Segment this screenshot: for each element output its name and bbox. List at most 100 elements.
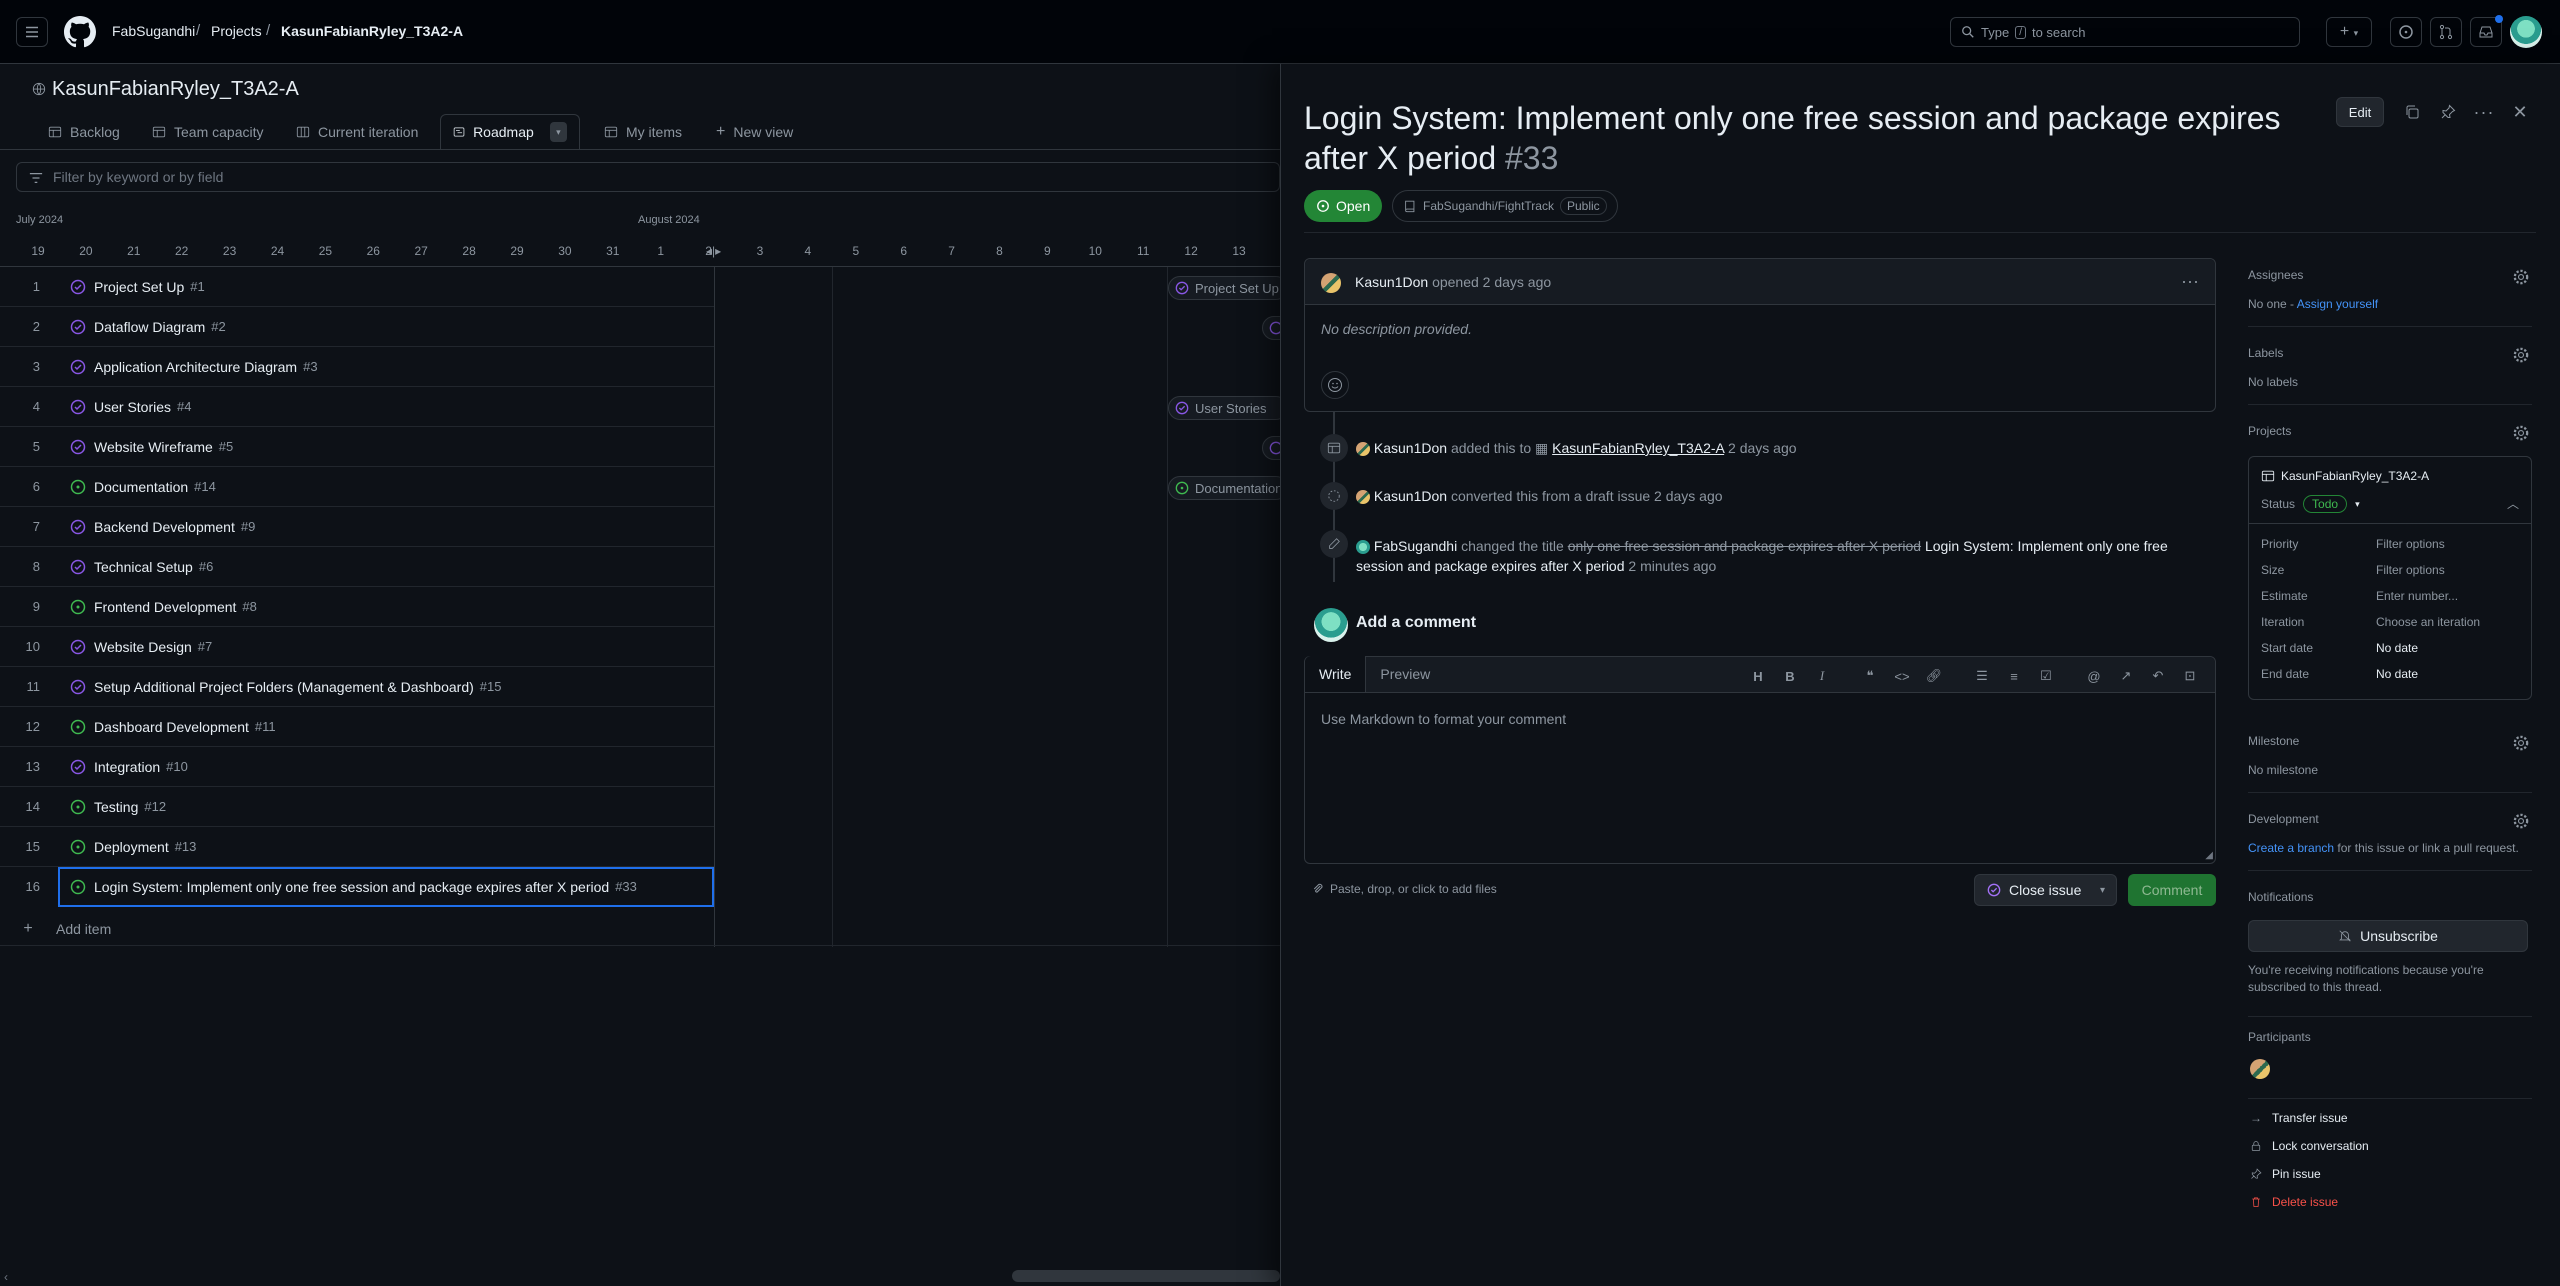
tab-backlog[interactable]: Backlog: [36, 114, 132, 150]
attach-files[interactable]: Paste, drop, or click to add files: [1312, 882, 1497, 896]
row-title[interactable]: Dashboard Development: [94, 719, 249, 735]
row-title[interactable]: Application Architecture Diagram: [94, 359, 297, 375]
edit-title-button[interactable]: Edit: [2336, 97, 2384, 127]
scroll-left-icon[interactable]: ‹: [4, 1270, 8, 1284]
italic-icon[interactable]: I: [1813, 667, 1831, 685]
actor-avatar[interactable]: [1356, 442, 1370, 457]
gear-icon[interactable]: [2512, 268, 2530, 286]
row-title[interactable]: Deployment: [94, 839, 169, 855]
unsubscribe-button[interactable]: Unsubscribe: [2248, 920, 2528, 952]
view-options-caret-icon[interactable]: ▾: [549, 122, 567, 142]
author-avatar[interactable]: [1321, 273, 1341, 293]
slash-commands-icon[interactable]: ⊡: [2181, 667, 2199, 685]
project-field-row[interactable]: Size Filter options: [2261, 563, 2521, 577]
tab-team-capacity[interactable]: Team capacity: [140, 114, 275, 150]
unordered-list-icon[interactable]: ☰: [1973, 667, 1991, 685]
breadcrumb-projects[interactable]: Projects: [211, 23, 262, 39]
event-actor[interactable]: FabSugandhi: [1374, 538, 1457, 554]
code-icon[interactable]: <>: [1893, 667, 1911, 685]
status-field[interactable]: Status Todo ▾: [2261, 495, 2360, 513]
table-row[interactable]: 15 Deployment #13: [0, 827, 714, 867]
table-row[interactable]: 9 Frontend Development #8: [0, 587, 714, 627]
event-actor[interactable]: Kasun1Don: [1374, 440, 1447, 456]
pin-icon[interactable]: [2436, 100, 2460, 124]
tab-my-items[interactable]: My items: [592, 114, 694, 150]
timeline-bar[interactable]: Documentation: [1168, 476, 1288, 500]
participant-avatar[interactable]: [2250, 1059, 2270, 1079]
table-row[interactable]: 11 Setup Additional Project Folders (Mana…: [0, 667, 714, 707]
row-title[interactable]: Integration: [94, 759, 160, 775]
pull-requests-button[interactable]: [2430, 17, 2462, 47]
create-branch-link[interactable]: Create a branch: [2248, 841, 2334, 855]
row-title[interactable]: Technical Setup: [94, 559, 193, 575]
project-card-title[interactable]: KasunFabianRyley_T3A2-A: [2261, 469, 2429, 483]
actor-avatar[interactable]: [1356, 490, 1370, 505]
row-title[interactable]: Website Design: [94, 639, 192, 655]
row-title[interactable]: Frontend Development: [94, 599, 236, 615]
ordered-list-icon[interactable]: ≡: [2005, 667, 2023, 685]
horizontal-scrollbar[interactable]: [1012, 1270, 1280, 1282]
tab-current-iteration[interactable]: Current iteration: [284, 114, 430, 150]
cross-reference-icon[interactable]: ↗: [2117, 667, 2135, 685]
tab-roadmap[interactable]: Roadmap ▾: [440, 114, 580, 150]
project-field-row[interactable]: End date No date: [2261, 667, 2521, 681]
project-field-row[interactable]: Iteration Choose an iteration: [2261, 615, 2521, 629]
project-field-row[interactable]: Estimate Enter number...: [2261, 589, 2521, 603]
comment-button[interactable]: Comment: [2128, 874, 2216, 906]
timeline-bar[interactable]: User Stories: [1168, 396, 1288, 420]
collapse-chevron-icon[interactable]: ︿: [2507, 495, 2519, 512]
comment-more-icon[interactable]: ···: [2181, 271, 2199, 292]
close-panel-icon[interactable]: ✕: [2508, 100, 2532, 124]
gear-icon[interactable]: [2512, 734, 2530, 752]
row-title[interactable]: Backend Development: [94, 519, 235, 535]
gear-icon[interactable]: [2512, 346, 2530, 364]
heading-icon[interactable]: H: [1749, 667, 1767, 685]
hamburger-menu-button[interactable]: [16, 17, 48, 47]
close-issue-options-button[interactable]: ▾: [2089, 874, 2117, 906]
row-title[interactable]: Login System: Implement only one free se…: [94, 879, 609, 895]
table-row[interactable]: 1 Project Set Up #1: [0, 267, 714, 307]
bold-icon[interactable]: B: [1781, 667, 1799, 685]
copy-link-icon[interactable]: [2400, 100, 2424, 124]
link-icon[interactable]: 🔗︎: [1925, 667, 1943, 685]
pin-issue-action[interactable]: Pin issue: [2250, 1167, 2321, 1181]
breadcrumb-owner[interactable]: FabSugandhi: [112, 23, 195, 39]
delete-issue-action[interactable]: Delete issue: [2250, 1195, 2338, 1209]
resize-handle-icon[interactable]: ◂|▸: [706, 244, 721, 258]
task-list-icon[interactable]: ☑: [2037, 667, 2055, 685]
table-row[interactable]: 12 Dashboard Development #11: [0, 707, 714, 747]
table-row[interactable]: 2 Dataflow Diagram #2: [0, 307, 714, 347]
tab-preview[interactable]: Preview: [1366, 656, 1444, 692]
actor-avatar[interactable]: [1356, 540, 1370, 555]
tab-write[interactable]: Write: [1305, 656, 1367, 692]
event-actor[interactable]: Kasun1Don: [1374, 488, 1447, 504]
search-input[interactable]: Type / to search: [1950, 17, 2300, 47]
table-row[interactable]: 8 Technical Setup #6: [0, 547, 714, 587]
event-target-link[interactable]: KasunFabianRyley_T3A2-A: [1552, 440, 1724, 456]
new-view-button[interactable]: + New view: [704, 114, 805, 150]
repository-badge[interactable]: FabSugandhi/FightTrack Public: [1392, 190, 1618, 222]
table-row[interactable]: 16 Login System: Implement only one free …: [26, 867, 714, 907]
project-field-row[interactable]: Start date No date: [2261, 641, 2521, 655]
comment-author[interactable]: Kasun1Don: [1355, 274, 1428, 290]
gear-icon[interactable]: [2512, 424, 2530, 442]
transfer-issue-action[interactable]: → Transfer issue: [2250, 1111, 2348, 1125]
row-title[interactable]: Documentation: [94, 479, 188, 495]
row-title[interactable]: Testing: [94, 799, 138, 815]
gear-icon[interactable]: [2512, 812, 2530, 830]
table-row[interactable]: 5 Website Wireframe #5: [0, 427, 714, 467]
breadcrumb-project[interactable]: KasunFabianRyley_T3A2-A: [281, 23, 463, 39]
lock-conversation-action[interactable]: Lock conversation: [2250, 1139, 2369, 1153]
timeline-bar[interactable]: Project Set Up: [1168, 276, 1288, 300]
table-row[interactable]: 3 Application Architecture Diagram #3: [0, 347, 714, 387]
inbox-button[interactable]: [2470, 15, 2503, 47]
close-issue-button[interactable]: Close issue: [1974, 874, 2097, 906]
github-logo-icon[interactable]: [64, 16, 96, 48]
row-title[interactable]: User Stories: [94, 399, 171, 415]
mention-icon[interactable]: @: [2085, 667, 2103, 685]
row-title[interactable]: Dataflow Diagram: [94, 319, 205, 335]
table-row[interactable]: 4 User Stories #4: [0, 387, 714, 427]
quote-icon[interactable]: ❝: [1861, 667, 1879, 685]
add-reaction-button[interactable]: [1321, 371, 1349, 399]
reply-icon[interactable]: ↶: [2149, 667, 2167, 685]
